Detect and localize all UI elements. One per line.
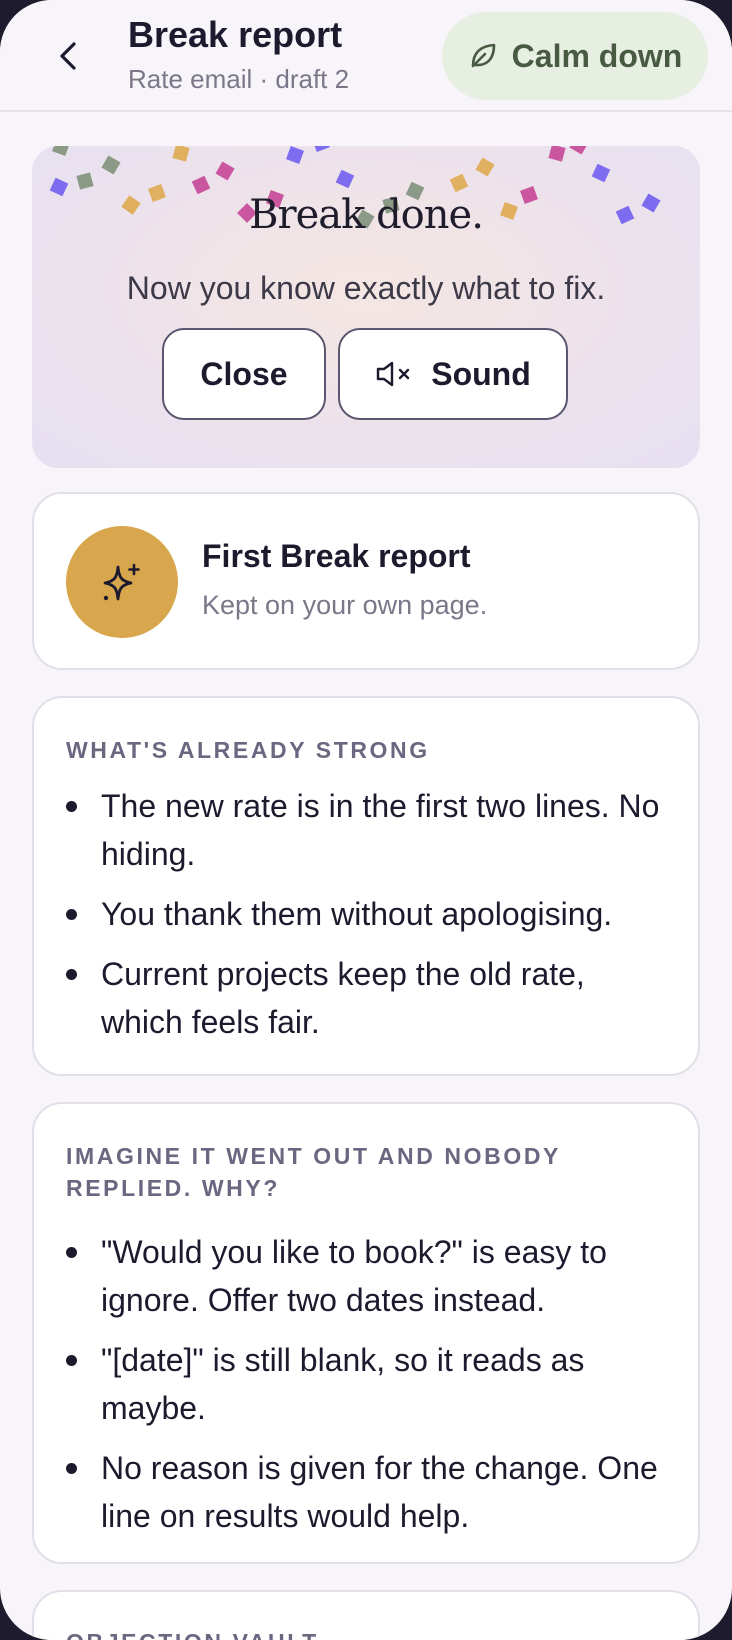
list-item: You thank them without apologising. [66,890,670,938]
sound-button[interactable]: Sound [338,328,568,420]
phone-screen: Break report Rate email · draft 2 Calm d… [0,0,732,1640]
leaf-icon [471,43,495,68]
calm-down-button[interactable]: Calm down [442,12,708,100]
close-button[interactable]: Close [162,328,326,420]
back-button[interactable] [48,34,88,78]
speaker-muted-icon [377,361,410,387]
chevron-left-icon [60,42,76,70]
list-item: "Would you like to book?" is easy to ign… [66,1228,670,1324]
close-label: Close [200,355,288,392]
sound-label: Sound [431,355,531,392]
section-label: WHAT'S ALREADY STRONG [66,737,430,763]
no-reply-card: IMAGINE IT WENT OUT AND NOBODY REPLIED. … [32,1102,700,1564]
celebration-title: Break done. [249,192,484,238]
calm-down-label: Calm down [511,37,683,74]
objection-vault-card[interactable]: OBJECTION VAULT [32,1590,700,1640]
page-subtitle: Rate email · draft 2 [128,64,350,94]
achievement-title: First Break report [202,538,471,574]
achievement-subtitle: Kept on your own page. [202,590,488,620]
celebration-subtitle: Now you know exactly what to fix. [126,270,606,306]
no-reply-list: "Would you like to book?" is easy to ign… [66,1228,670,1552]
header: Break report Rate email · draft 2 Calm d… [0,0,732,112]
list-item: Current projects keep the old rate, whic… [66,950,670,1046]
strengths-list: The new rate is in the first two lines. … [66,782,670,1058]
page-title: Break report [128,14,343,55]
achievement-badge [66,526,178,638]
strengths-card: WHAT'S ALREADY STRONG The new rate is in… [32,696,700,1076]
section-label: OBJECTION VAULT [66,1626,666,1640]
celebration-card: Break done. Now you know exactly what to… [32,146,700,468]
sparkle-icon [103,563,140,601]
section-label: IMAGINE IT WENT OUT AND NOBODY REPLIED. … [66,1143,561,1201]
achievement-card: First Break report Kept on your own page… [32,492,700,670]
list-item: No reason is given for the change. One l… [66,1444,670,1540]
list-item: The new rate is in the first two lines. … [66,782,670,878]
list-item: "[date]" is still blank, so it reads as … [66,1336,670,1432]
